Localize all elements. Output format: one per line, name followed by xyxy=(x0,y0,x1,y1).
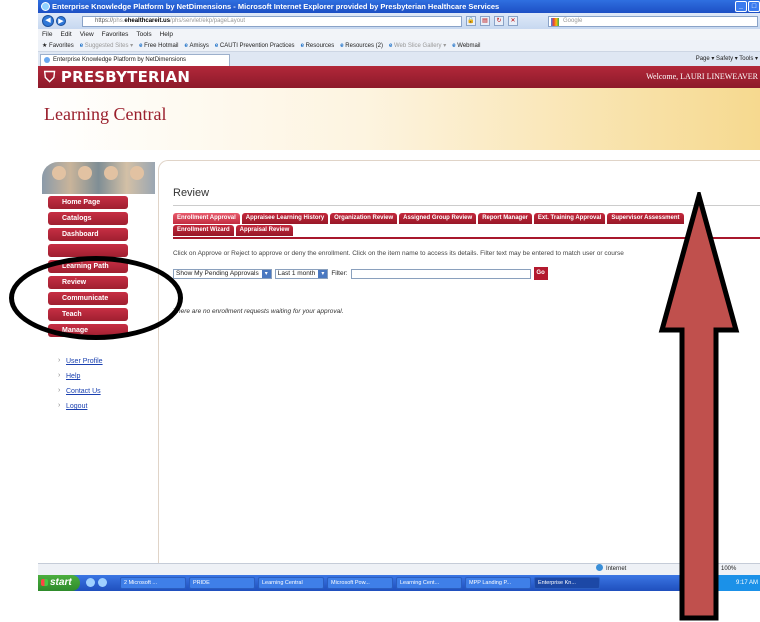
tab-enrollment-approval[interactable]: Enrollment Approval xyxy=(173,213,240,224)
start-button[interactable]: start xyxy=(38,575,80,591)
ie-logo-icon xyxy=(41,2,50,11)
tab-assigned-group-review[interactable]: Assigned Group Review xyxy=(399,213,477,224)
period-select[interactable]: Last 1 month xyxy=(274,268,329,279)
security-zone[interactable]: Internet xyxy=(596,564,626,575)
taskbar: start 2 Microsoft ... PRIDE Learning Cen… xyxy=(38,575,760,591)
review-tabs-row2: Enrollment Wizard Appraisal Review xyxy=(173,225,294,236)
user-profile-link[interactable]: User Profile xyxy=(58,357,103,365)
taskbar-item[interactable]: PRIDE xyxy=(189,577,255,589)
favorite-link[interactable]: CAUTI Prevention Practices xyxy=(215,40,295,51)
approvals-select[interactable]: Show My Pending Approvals xyxy=(173,268,272,279)
browser-tab-strip: Enterprise Knowledge Platform by NetDime… xyxy=(38,52,760,66)
url-subdomain: phs. xyxy=(113,18,125,24)
menu-view[interactable]: View xyxy=(80,29,94,40)
window-title: Enterprise Knowledge Platform by NetDime… xyxy=(52,2,500,11)
app-banner: Learning Central xyxy=(38,88,760,150)
address-bar: ◀ ▶ https://phs.ehealthcareit.us/phs/ser… xyxy=(38,13,760,29)
taskbar-item[interactable]: Learning Central xyxy=(258,577,324,589)
stop-icon[interactable]: ✕ xyxy=(508,16,518,26)
favorite-link[interactable]: Webmail xyxy=(452,40,480,51)
maximize-button[interactable]: □ xyxy=(748,1,760,12)
menu-favorites[interactable]: Favorites xyxy=(102,29,129,40)
nav-dashboard[interactable]: Dashboard xyxy=(48,228,128,241)
logout-link[interactable]: Logout xyxy=(58,402,103,410)
tab-appraisal-review[interactable]: Appraisal Review xyxy=(235,225,294,236)
annotation-circle xyxy=(9,256,183,340)
filter-label: Filter: xyxy=(331,270,348,277)
favorite-link[interactable]: Free Hotmail xyxy=(139,40,178,51)
quick-launch xyxy=(86,578,107,587)
filter-row: Show My Pending Approvals Last 1 month F… xyxy=(173,267,548,280)
favorite-link[interactable]: Web Slice Gallery ▾ xyxy=(389,40,446,51)
contact-us-link[interactable]: Contact Us xyxy=(58,387,103,395)
ie-quicklaunch-icon[interactable] xyxy=(86,578,95,587)
lock-icon[interactable]: 🔒 xyxy=(466,16,476,26)
favorite-link[interactable]: Amisys xyxy=(184,40,209,51)
tab-appraisee-learning-history[interactable]: Appraisee Learning History xyxy=(241,213,329,224)
status-bar: Internet 100% xyxy=(38,563,760,575)
nav-hidden-item[interactable] xyxy=(48,244,128,257)
favorite-link[interactable]: Resources xyxy=(301,40,335,51)
favorite-link[interactable]: Resources (2) xyxy=(340,40,383,51)
brand-name: PRESBYTERIAN xyxy=(60,68,191,86)
url-prefix: https:// xyxy=(95,18,114,24)
url-domain: ehealthcareit.us xyxy=(124,18,171,24)
welcome-text: Welcome, LAURI LINEWEAVER xyxy=(646,72,758,81)
sidebar-links: User Profile Help Contact Us Logout xyxy=(58,357,103,418)
taskbar-buttons: 2 Microsoft ... PRIDE Learning Central M… xyxy=(120,577,600,589)
annotation-arrow xyxy=(658,192,740,621)
menu-tools[interactable]: Tools xyxy=(136,29,151,40)
help-link[interactable]: Help xyxy=(58,372,103,380)
window-title-bar: Enterprise Knowledge Platform by NetDime… xyxy=(38,0,760,13)
favorites-bar: ★ Favorites Suggested Sites ▾ Free Hotma… xyxy=(38,40,760,52)
taskbar-item[interactable]: 2 Microsoft ... xyxy=(120,577,186,589)
command-bar[interactable]: Page ▾ Safety ▾ Tools ▾ xyxy=(696,54,758,64)
minimize-button[interactable]: _ xyxy=(735,1,747,12)
search-input[interactable]: Google xyxy=(548,16,758,27)
menu-bar: File Edit View Favorites Tools Help xyxy=(38,29,760,40)
filter-input[interactable] xyxy=(350,268,531,279)
forward-button[interactable]: ▶ xyxy=(56,16,66,26)
empty-state-message: There are no enrollment requests waiting… xyxy=(173,308,344,315)
menu-edit[interactable]: Edit xyxy=(60,29,71,40)
google-icon xyxy=(551,18,559,26)
menu-help[interactable]: Help xyxy=(160,29,173,40)
favorites-label: Favorites xyxy=(49,43,74,49)
tab-ext-training-approval[interactable]: Ext. Training Approval xyxy=(533,213,606,224)
favorites-button[interactable]: ★ Favorites xyxy=(42,40,74,51)
taskbar-item[interactable]: MPP Landing P... xyxy=(465,577,531,589)
favorite-link[interactable]: Suggested Sites ▾ xyxy=(80,40,133,51)
compat-icon[interactable]: ▤ xyxy=(480,16,490,26)
tab-organization-review[interactable]: Organization Review xyxy=(330,213,398,224)
taskbar-item[interactable]: Microsoft Pow... xyxy=(327,577,393,589)
url-path: /phs/servlet/ekp/pageLayout xyxy=(170,18,246,24)
go-button[interactable]: Go xyxy=(533,267,548,280)
site-header: ⛉ PRESBYTERIAN Welcome, LAURI LINEWEAVER xyxy=(38,66,760,88)
outlook-quicklaunch-icon[interactable] xyxy=(98,578,107,587)
back-button[interactable]: ◀ xyxy=(42,15,54,27)
browser-tab[interactable]: Enterprise Knowledge Platform by NetDime… xyxy=(40,54,230,66)
menu-file[interactable]: File xyxy=(42,29,52,40)
sidebar: Home Page Catalogs Dashboard Learning Pa… xyxy=(38,162,160,582)
presbyterian-logo: ⛉ PRESBYTERIAN xyxy=(44,68,191,86)
instructions-text: Click on Approve or Reject to approve or… xyxy=(173,250,624,257)
page-title: Review xyxy=(173,187,210,199)
nav-home-page[interactable]: Home Page xyxy=(48,196,128,209)
tab-enrollment-wizard[interactable]: Enrollment Wizard xyxy=(173,225,234,236)
staff-photo xyxy=(42,162,155,194)
refresh-icon[interactable]: ↻ xyxy=(494,16,504,26)
tab-report-manager[interactable]: Report Manager xyxy=(478,213,532,224)
app-title: Learning Central xyxy=(44,104,167,124)
taskbar-item-active[interactable]: Enterprise Kn... xyxy=(534,577,600,589)
search-placeholder: Google xyxy=(563,18,583,24)
url-field[interactable]: https://phs.ehealthcareit.us/phs/servlet… xyxy=(82,16,462,27)
nav-catalogs[interactable]: Catalogs xyxy=(48,212,128,225)
taskbar-item[interactable]: Learning Cent... xyxy=(396,577,462,589)
review-tabs-row1: Enrollment Approval Appraisee Learning H… xyxy=(173,213,684,224)
